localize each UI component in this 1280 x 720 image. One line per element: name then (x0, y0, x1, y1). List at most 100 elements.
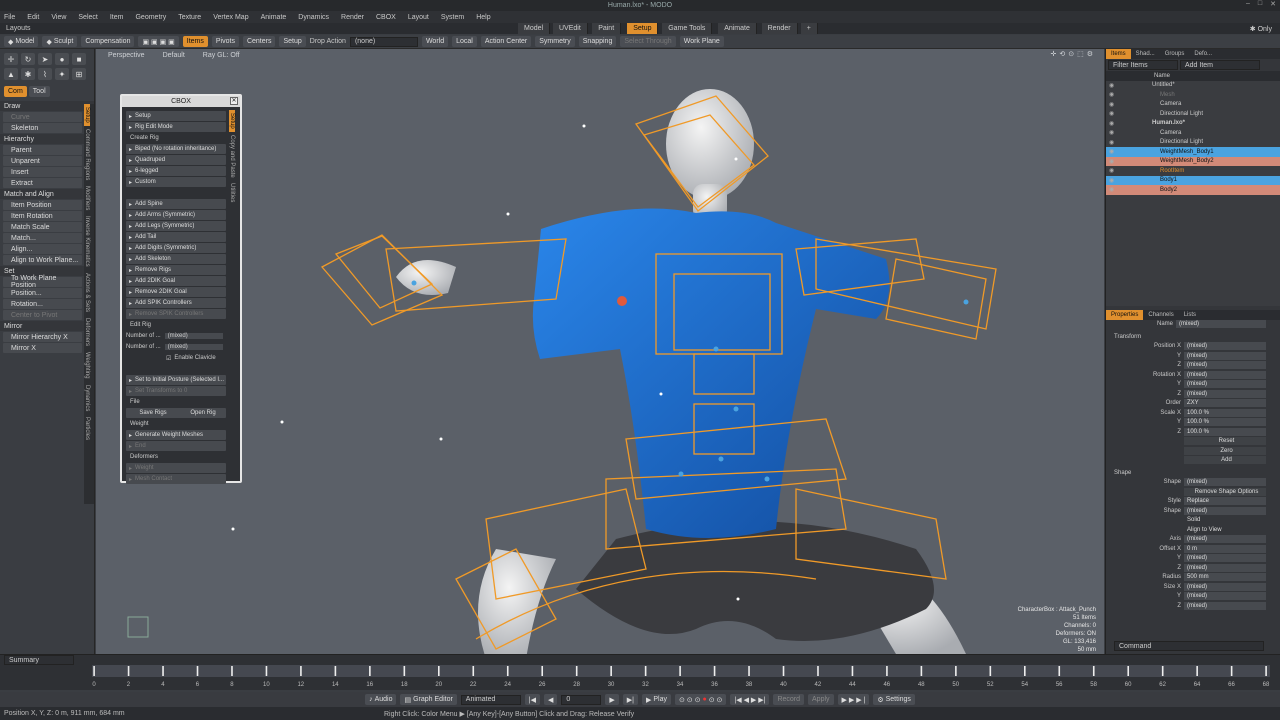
properties-tab[interactable]: Lists (1179, 310, 1201, 320)
snapping-button[interactable]: Snapping (578, 36, 617, 47)
left-vtab[interactable]: Inverse Kinematics (84, 213, 90, 270)
cbox-button[interactable]: ▸ 6-legged (126, 166, 226, 176)
property-value[interactable]: (mixed) (1184, 563, 1266, 572)
cbox-button[interactable]: ▸ Add Skeleton (126, 254, 226, 264)
maximize-icon[interactable]: □ (1258, 0, 1262, 8)
keyframe-mark[interactable] (265, 666, 268, 676)
next-key-button[interactable]: ▶ (605, 694, 619, 705)
keyframe-mark[interactable] (127, 666, 130, 676)
left-tool-button[interactable]: Parent (3, 145, 82, 155)
keyframe-mark[interactable] (1024, 666, 1026, 676)
property-value[interactable]: (mixed) (1184, 380, 1266, 389)
visibility-eye-icon[interactable]: ◉ (1109, 148, 1114, 155)
close-icon[interactable]: ✕ (1270, 0, 1276, 8)
property-value[interactable]: (mixed) (1184, 342, 1266, 351)
keyframe-mark[interactable] (782, 666, 785, 676)
close-icon[interactable]: ✕ (230, 97, 238, 105)
layout-tab-animate[interactable]: Animate (718, 23, 757, 34)
keyframe-nav[interactable]: |◀ ◀ ▶ ▶| (730, 694, 770, 705)
left-vtab[interactable]: Weighting (84, 349, 90, 382)
property-value[interactable]: (mixed) (1184, 582, 1266, 591)
menu-edit[interactable]: Edit (27, 14, 39, 21)
property-value[interactable]: (mixed) (1184, 506, 1266, 515)
left-tool-button[interactable]: Mirror X (3, 343, 82, 353)
apply-button[interactable]: Apply (808, 694, 834, 705)
setup-button[interactable]: Setup (279, 36, 306, 47)
play-options[interactable]: ▶ ▶ ▶ | (837, 694, 870, 705)
keyframe-mark[interactable] (748, 666, 750, 676)
orientation-cube-icon[interactable] (127, 616, 149, 638)
property-value[interactable]: (mixed) (1184, 592, 1266, 601)
left-tool-button[interactable]: Match... (3, 233, 82, 243)
save-rigs-button[interactable]: Save Rigs (139, 410, 166, 416)
action-center-button[interactable]: Action Center (480, 36, 532, 47)
menu-geometry[interactable]: Geometry (135, 14, 166, 21)
left-tool-button[interactable]: Align... (3, 244, 82, 254)
left-tool-button[interactable]: Item Position (3, 200, 82, 210)
settings-button[interactable]: ⚙ Settings (873, 694, 915, 705)
menu-render[interactable]: Render (341, 14, 364, 21)
visibility-eye-icon[interactable]: ◉ (1109, 129, 1114, 136)
cbox-button[interactable]: ▸ Add Spine (126, 199, 226, 209)
left-vtab[interactable]: Particles (84, 414, 90, 443)
properties-tab[interactable]: Properties (1106, 309, 1144, 320)
go-end-button[interactable]: ▶| (622, 694, 638, 705)
character-scene[interactable]: CharacterBox : Attack_Punch 51 Items Chann… (96, 49, 1104, 654)
visibility-eye-icon[interactable]: ◉ (1109, 158, 1114, 165)
cbox-vtab[interactable]: Utilities (229, 180, 235, 205)
camera-icon[interactable]: ■ (72, 53, 86, 65)
left-vtab[interactable]: Setup (84, 104, 90, 126)
cbox-button[interactable]: ▸ End (126, 441, 226, 451)
items-tab[interactable]: Items (1106, 49, 1131, 59)
keyframe-mark[interactable] (93, 666, 95, 676)
select-through-button[interactable]: Select Through (620, 36, 676, 47)
filter-items-input[interactable]: Filter Items (1108, 60, 1178, 70)
cbox-button[interactable]: ▸ Add Tail (126, 232, 226, 242)
keyframe-mark[interactable] (1196, 666, 1198, 676)
keyframe-mark[interactable] (162, 666, 164, 676)
item-row[interactable]: ◉ Untitled* (1106, 81, 1280, 91)
layout-tab-game-tools[interactable]: Game Tools (662, 23, 713, 34)
select-icon[interactable]: ➤ (38, 53, 52, 65)
property-value[interactable]: (mixed) (1184, 478, 1266, 487)
visibility-eye-icon[interactable]: ◉ (1109, 110, 1114, 117)
keyframe-mark[interactable] (231, 666, 233, 676)
add-item-button[interactable]: Add Item (1180, 60, 1260, 70)
left-tool-button[interactable]: Skeleton (3, 123, 82, 133)
item-row[interactable]: ◉ WeightMesh_Body2 (1106, 156, 1280, 166)
properties-tab[interactable]: Channels (1143, 310, 1178, 320)
command-input[interactable]: Command (1114, 641, 1264, 651)
item-row[interactable]: ◉ Camera (1106, 128, 1280, 138)
cbox-checkbox-row[interactable]: ☑ Enable Clavicle (126, 353, 226, 363)
menu-view[interactable]: View (51, 14, 66, 21)
keyframe-mark[interactable] (541, 666, 544, 676)
only-toggle[interactable]: ✱ Only (1250, 25, 1272, 33)
keyframe-mark[interactable] (920, 666, 923, 676)
cbox-button[interactable]: ▸ Quadruped (126, 155, 226, 165)
property-value[interactable]: 0 m (1184, 544, 1266, 553)
cbox-vtab[interactable]: Copy and Paste (229, 132, 235, 181)
local-button[interactable]: Local (452, 36, 477, 47)
graph-editor-button[interactable]: ▤ Graph Editor (400, 694, 457, 705)
keyframe-mark[interactable] (472, 666, 475, 676)
keyframe-mark[interactable] (713, 666, 716, 676)
property-value[interactable]: 100.0 % (1184, 408, 1266, 417)
keyframe-mark[interactable] (1265, 666, 1267, 676)
keyframe-mark[interactable] (369, 666, 371, 676)
play-button[interactable]: ▶ Play (641, 694, 671, 705)
key-buttons[interactable]: ⊙ ⊙ ⊙ ● ⊙ ⊙ (675, 694, 727, 705)
visibility-eye-icon[interactable]: ◉ (1109, 82, 1114, 89)
left-vtab[interactable]: Deformers (84, 315, 90, 349)
visibility-eye-icon[interactable]: ◉ (1109, 120, 1114, 127)
sculpt-button[interactable]: ◆ Sculpt (42, 36, 78, 47)
left-tool-button[interactable]: Rotation... (3, 299, 82, 309)
minimize-icon[interactable]: – (1246, 0, 1250, 8)
property-value[interactable]: (mixed) (1184, 601, 1266, 610)
keyframe-mark[interactable] (817, 666, 819, 676)
property-value[interactable]: 500 mm (1184, 573, 1266, 582)
property-value[interactable]: (mixed) (1184, 361, 1266, 370)
menu-system[interactable]: System (441, 14, 464, 21)
cbox-field-input[interactable]: (mixed) (164, 344, 223, 350)
cbox-button[interactable]: ▸ Generate Weight Meshes (126, 430, 226, 440)
cbox-button[interactable]: ▸ Add Arms (Symmetric) (126, 210, 226, 220)
